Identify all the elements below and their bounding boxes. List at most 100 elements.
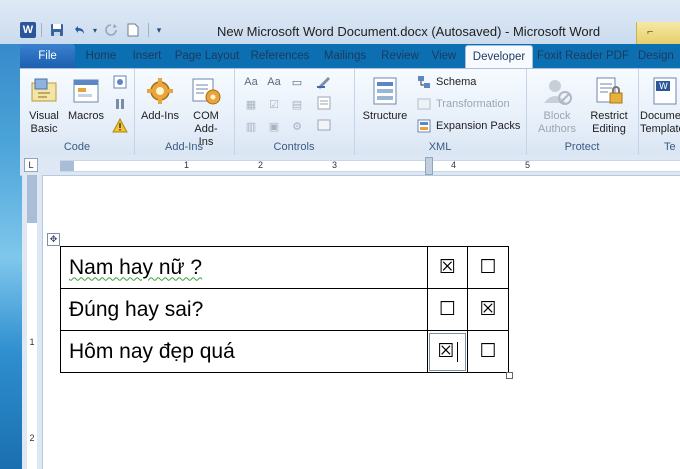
vertical-ruler-track[interactable]: 1 2 <box>27 175 37 469</box>
tab-insert[interactable]: Insert <box>126 45 168 67</box>
checkbox-unchecked-icon[interactable]: ☐ <box>480 256 497 278</box>
tab-review[interactable]: Review <box>377 45 423 67</box>
table-cell-checkbox[interactable]: ☐ <box>467 246 509 289</box>
ribbon-tabs: File Home Insert Page Layout References … <box>20 44 680 68</box>
checkbox-checked-icon[interactable]: ☒ <box>439 256 456 278</box>
table-cell-question[interactable]: Đúng hay sai? <box>60 288 428 331</box>
date-picker-control-icon[interactable]: ▥ <box>242 118 260 134</box>
table-cell-checkbox[interactable]: ☐ <box>426 288 469 331</box>
schema-icon <box>418 76 430 88</box>
ruler-column-marker[interactable] <box>425 157 433 175</box>
group-code-label: Code <box>63 141 91 153</box>
visual-basic-icon <box>28 75 60 107</box>
table-move-handle-icon[interactable]: ✥ <box>47 233 60 246</box>
visual-basic-button[interactable]: Visual Basic <box>24 75 64 136</box>
document-template-label: Document Template <box>640 110 680 135</box>
text-cursor <box>456 341 458 362</box>
table-cell-checkbox[interactable]: ☒ <box>426 246 469 289</box>
document-table: Nam hay nữ ? ☒ ☐ Đúng hay sai? ☐ ☒ Hôm n… <box>60 246 509 373</box>
add-ins-label: Add-Ins <box>141 110 179 122</box>
dropdown-list-control-icon[interactable]: ▤ <box>288 96 306 112</box>
picture-control-icon[interactable]: ▭ <box>288 74 306 90</box>
transformation-label: Transformation <box>436 98 510 110</box>
checkbox-checked-icon[interactable]: ☒ <box>480 298 497 320</box>
title-bar: W ▾ ▾ New Microsoft Word Document.docx (… <box>0 0 680 44</box>
restrict-editing-button[interactable]: Restrict Editing <box>584 75 634 136</box>
new-doc-icon[interactable] <box>123 20 143 40</box>
document-page[interactable]: ✥ Nam hay nữ ? ☒ ☐ Đúng hay sai? ☐ ☒ Hôm… <box>43 176 680 469</box>
tab-references[interactable]: References <box>247 45 313 67</box>
transformation-button[interactable]: Transformation <box>416 96 510 112</box>
com-add-ins-icon <box>190 75 222 107</box>
rich-text-control-icon[interactable]: Aa <box>242 74 260 90</box>
structure-icon <box>369 75 401 107</box>
ruler-left-margin <box>60 161 74 171</box>
design-mode-button[interactable] <box>316 73 332 89</box>
add-ins-button[interactable]: Add-Ins <box>138 75 182 123</box>
contextual-tab-icon: ⌐ <box>647 26 654 38</box>
document-template-button[interactable]: W Document Template <box>640 75 680 136</box>
legacy-tools-icon[interactable]: ⚙ <box>288 118 306 134</box>
group-controls-label: Controls <box>273 141 315 153</box>
word-app-icon[interactable]: W <box>20 22 36 38</box>
table-resize-handle[interactable] <box>506 372 513 379</box>
properties-button[interactable] <box>316 95 332 111</box>
checkbox-control-icon[interactable]: ▣ <box>265 118 283 134</box>
redo-icon[interactable] <box>101 20 121 40</box>
table-cell-checkbox-selected[interactable]: ☒ <box>426 330 469 373</box>
macros-label: Macros <box>67 110 105 122</box>
qat-separator <box>41 23 42 37</box>
tab-view[interactable]: View <box>426 45 462 67</box>
group-templates: W Document Template Te <box>638 69 680 155</box>
com-add-ins-button[interactable]: COM Add-Ins <box>184 75 228 149</box>
contextual-tab-header: ⌐ <box>636 22 680 44</box>
structure-label: Structure <box>362 110 408 122</box>
customize-qat-icon[interactable]: ▾ <box>154 20 164 40</box>
ruler-mark-3: 3 <box>332 160 338 170</box>
record-macro-button[interactable] <box>112 74 128 90</box>
table-cell-checkbox[interactable]: ☐ <box>467 330 509 373</box>
design-mode-icon <box>317 77 330 89</box>
ruler-track[interactable]: 1 2 3 4 5 <box>60 157 680 175</box>
expansion-packs-button[interactable]: Expansion Packs <box>416 118 520 134</box>
block-authors-button[interactable]: Block Authors <box>532 75 582 136</box>
tab-foxit-reader-pdf[interactable]: Foxit Reader PDF <box>535 45 631 67</box>
checkbox-unchecked-icon[interactable]: ☐ <box>439 298 456 320</box>
table-cell-checkbox[interactable]: ☒ <box>467 288 509 331</box>
macros-button[interactable]: Macros <box>66 75 106 123</box>
combo-box-control-icon[interactable]: ☑ <box>265 96 283 112</box>
group-add-ins: Add-Ins COM Add-Ins Add-Ins <box>134 69 235 155</box>
controls-grid: Aa Aa ▭ ▦ ☑ ▤ ▥ ▣ ⚙ <box>242 74 308 134</box>
expansion-packs-label: Expansion Packs <box>436 120 521 132</box>
svg-text:W: W <box>659 82 668 92</box>
schema-button[interactable]: Schema <box>416 74 476 90</box>
table-cell-question[interactable]: Hôm nay đẹp quá <box>60 330 428 373</box>
horizontal-ruler: L 1 2 3 4 5 <box>20 155 680 176</box>
undo-dropdown-icon[interactable]: ▾ <box>91 20 99 40</box>
document-template-icon: W <box>650 75 680 107</box>
checkbox-unchecked-icon[interactable]: ☐ <box>480 340 497 362</box>
structure-button[interactable]: Structure <box>360 75 410 123</box>
macros-icon <box>70 75 102 107</box>
word-window: W ▾ ▾ New Microsoft Word Document.docx (… <box>0 0 680 469</box>
question-text: Đúng hay sai? <box>69 297 204 321</box>
tab-file[interactable]: File <box>20 44 75 68</box>
macro-security-button[interactable] <box>112 118 128 134</box>
tab-developer[interactable]: Developer <box>465 45 533 68</box>
properties-icon <box>317 96 331 110</box>
group-button[interactable] <box>316 117 332 133</box>
tab-page-layout[interactable]: Page Layout <box>171 45 243 67</box>
undo-icon[interactable] <box>69 20 89 40</box>
ruler-top-margin <box>27 175 37 223</box>
checkbox-checked-icon[interactable]: ☒ <box>437 340 454 362</box>
table-cell-question[interactable]: Nam hay nữ ? <box>60 246 428 289</box>
plain-text-control-icon[interactable]: Aa <box>265 74 283 90</box>
building-block-control-icon[interactable]: ▦ <box>242 96 260 112</box>
tab-mailings[interactable]: Mailings <box>317 45 373 67</box>
pause-recording-button[interactable] <box>112 96 128 112</box>
tab-selector-icon[interactable]: L <box>24 158 38 172</box>
save-icon[interactable] <box>47 20 67 40</box>
tab-design[interactable]: Design <box>638 45 680 67</box>
group-protect-label: Protect <box>564 141 600 153</box>
tab-home[interactable]: Home <box>80 45 122 67</box>
